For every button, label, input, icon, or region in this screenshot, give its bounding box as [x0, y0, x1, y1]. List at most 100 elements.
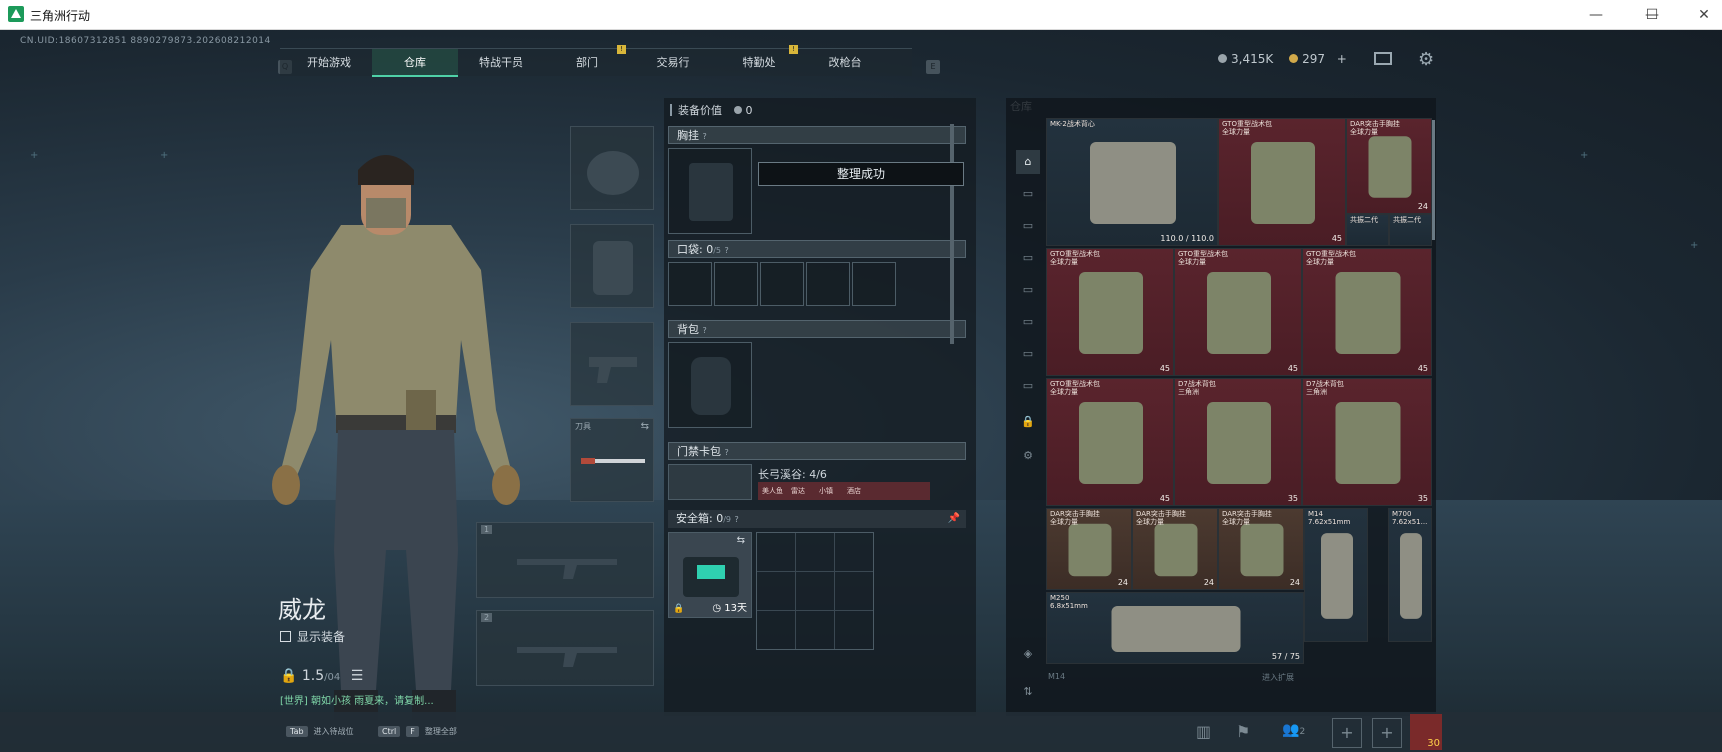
add-currency-button[interactable]: + [1337, 52, 1347, 66]
chest-rig-slot[interactable] [668, 148, 752, 234]
primary-weapon-slot-2[interactable]: 2 [476, 610, 654, 686]
keycard-slot[interactable] [668, 464, 752, 500]
melee-slot[interactable]: 刀具 ⇆ [570, 418, 654, 502]
tab-label: 特勤处 [742, 56, 776, 69]
tab-start-game[interactable]: 开始游戏 [286, 49, 372, 77]
tab-warehouse[interactable]: 仓库 [372, 49, 458, 77]
item-name: M250 [1050, 594, 1070, 602]
warehouse-item[interactable]: GTO重型战术包 全球力量 45 [1046, 378, 1174, 506]
window-title: 三角洲行动 [30, 9, 91, 23]
warehouse-item[interactable]: GTO重型战术包 全球力量 45 [1046, 248, 1174, 376]
checkbox[interactable] [280, 631, 291, 642]
mail-icon[interactable] [1374, 52, 1392, 65]
item-sub: 全球力量 [1050, 518, 1078, 526]
pocket-slot[interactable] [806, 262, 850, 306]
pocket-slot[interactable] [760, 262, 804, 306]
tab-trade[interactable]: 交易行 [630, 49, 716, 77]
gold-coin-icon [1289, 54, 1299, 63]
help-icon[interactable]: ? [725, 448, 729, 457]
item-sub: 7.62x51mm [1308, 518, 1351, 526]
pocket-slot[interactable] [852, 262, 896, 306]
silver-coin-icon [1218, 54, 1227, 63]
pin-icon[interactable]: 📌 [948, 510, 960, 528]
maximize-button[interactable]: ☐ [1632, 4, 1672, 26]
layers-icon[interactable]: ◈ [1016, 642, 1040, 666]
warehouse-item[interactable]: DAR突击手胸挂 全球力量 24 [1346, 118, 1432, 214]
expand-warehouse-link[interactable]: 进入扩展 [1262, 672, 1294, 683]
help-icon[interactable]: ? [725, 246, 729, 255]
invite-slot-button[interactable]: + [1332, 718, 1362, 748]
item-quantity: 45 [1417, 364, 1428, 373]
pocket-slot[interactable] [714, 262, 758, 306]
show-equipment-toggle[interactable]: 显示装备 [280, 628, 345, 645]
item-name: DAR突击手胸挂 [1136, 510, 1186, 518]
pistol-slot[interactable] [570, 322, 654, 406]
warehouse-item[interactable]: GTO重型战术包 全球力量 45 [1218, 118, 1346, 246]
primary-weapon-slot-1[interactable]: 1 [476, 522, 654, 598]
help-icon[interactable]: ? [703, 326, 707, 335]
item-name: DAR突击手胸挂 [1350, 120, 1400, 128]
armor-slot[interactable] [570, 224, 654, 308]
tab-operators[interactable]: 特战干员 [458, 49, 544, 77]
help-icon[interactable]: ? [703, 132, 707, 141]
item-sub: 全球力量 [1222, 518, 1250, 526]
swap-icon[interactable]: ⇆ [641, 421, 649, 432]
item-sub: 全球力量 [1222, 128, 1250, 136]
lock-icon[interactable]: 🔒 [1016, 410, 1040, 434]
helmet-slot[interactable] [570, 126, 654, 210]
keycard-tag: 雷达 [791, 487, 805, 495]
warehouse-item[interactable]: GTO重型战术包 全球力量 45 [1302, 248, 1432, 376]
backpack-header: 背包 ? [668, 320, 966, 338]
category-icon[interactable]: ▭ [1016, 374, 1040, 398]
category-icon[interactable]: ▭ [1016, 310, 1040, 334]
item-sub: 三角洲 [1178, 388, 1199, 396]
minimize-button-2[interactable]: — [1576, 4, 1616, 26]
tab-label: 开始游戏 [307, 56, 351, 69]
swap-icon[interactable]: ⇆ [737, 535, 745, 546]
safebox-slot[interactable]: ⇆ 🔒 ◷ 13天 [668, 532, 752, 618]
warehouse-item[interactable]: M250 6.8x51mm 57 / 75 [1046, 592, 1304, 664]
keycard-tag: 美人鱼 [762, 487, 783, 495]
warehouse-item[interactable]: DAR突击手胸挂 全球力量 24 [1046, 508, 1132, 590]
chat-line[interactable]: [世界] 朝如小孩 雨夏来，请复制... [280, 692, 434, 707]
warehouse-item[interactable]: M700 7.62x51... [1388, 508, 1432, 642]
tab-label: 部门 [576, 56, 598, 69]
stats-icon[interactable]: ▥ [1196, 722, 1211, 741]
gear-icon[interactable]: ⚙ [1016, 444, 1040, 468]
warehouse-item[interactable]: DAR突击手胸挂 全球力量 24 [1218, 508, 1304, 590]
list-icon[interactable]: ☰ [351, 668, 364, 684]
gear-icon[interactable]: ⚙ [1418, 49, 1434, 70]
category-icon[interactable]: ▭ [1016, 342, 1040, 366]
category-icon[interactable]: ▭ [1016, 214, 1040, 238]
safebox-grid[interactable] [756, 532, 874, 650]
invite-slot-button[interactable]: + [1372, 718, 1402, 748]
warehouse-item[interactable]: MK-2战术背心 110.0 / 110.0 [1046, 118, 1218, 246]
attachment-item[interactable]: 共振二代 [1346, 214, 1389, 246]
scrollbar[interactable] [1432, 120, 1435, 240]
team-icon[interactable]: 👥2 [1282, 722, 1305, 738]
warehouse-item[interactable]: M14 7.62x51mm [1304, 508, 1368, 642]
nav-next-key[interactable]: E [926, 60, 940, 74]
flag-icon[interactable]: ⚑ [1236, 722, 1250, 741]
close-button[interactable]: ✕ [1684, 4, 1722, 26]
tab-special-ops[interactable]: 特勤处! [716, 45, 802, 77]
warehouse-item[interactable]: DAR突击手胸挂 全球力量 24 [1132, 508, 1218, 590]
category-icon[interactable]: ▭ [1016, 182, 1040, 206]
all-items-icon[interactable]: ⌂ [1016, 150, 1040, 174]
tab-department[interactable]: 部门! [544, 45, 630, 77]
player-avatar[interactable]: 30 [1410, 714, 1442, 750]
warehouse-item[interactable]: GTO重型战术包 全球力量 45 [1174, 248, 1302, 376]
attachment-item[interactable]: 共振二代 [1389, 214, 1432, 246]
scrollbar[interactable] [950, 124, 954, 344]
help-icon[interactable]: ? [735, 515, 739, 524]
category-icon[interactable]: ▭ [1016, 246, 1040, 270]
backpack-slot[interactable] [668, 342, 752, 428]
sort-icon[interactable]: ⇅ [1016, 680, 1040, 704]
warehouse-item[interactable]: D7战术背包 三角洲 35 [1174, 378, 1302, 506]
pocket-slot[interactable] [668, 262, 712, 306]
warehouse-item[interactable]: D7战术背包 三角洲 35 [1302, 378, 1432, 506]
tab-gunsmith[interactable]: 改枪台 [802, 49, 888, 77]
category-icon[interactable]: ▭ [1016, 278, 1040, 302]
item-image [1079, 402, 1143, 484]
item-name: DAR突击手胸挂 [1050, 510, 1100, 518]
